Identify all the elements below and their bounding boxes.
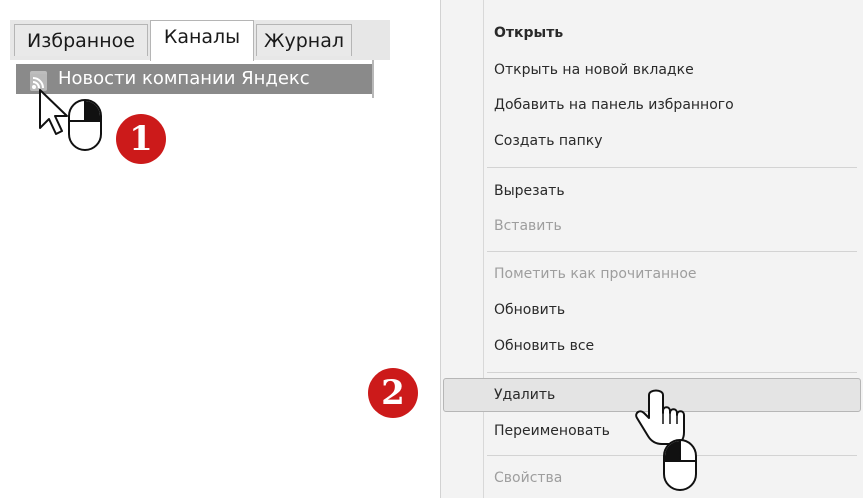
step-badge-2: 2 (368, 368, 418, 418)
menu-item-open[interactable]: Открыть (494, 19, 563, 47)
list-border (372, 60, 374, 98)
rss-icon (30, 71, 47, 91)
menu-item-delete-highlighted[interactable]: Удалить (443, 378, 861, 412)
tab-journal[interactable]: Журнал (256, 24, 352, 56)
tab-channels[interactable]: Каналы (150, 20, 254, 61)
menu-item-cut[interactable]: Вырезать (494, 177, 565, 205)
context-menu: Открыть Открыть на новой вкладке Добавит… (440, 0, 863, 498)
favorites-center-panel: Избранное Каналы Журнал Новости компании… (0, 0, 400, 200)
feed-item-label: Новости компании Яндекс (58, 68, 310, 89)
menu-separator (487, 372, 857, 373)
menu-item-properties: Свойства (494, 470, 563, 486)
menu-item-paste: Вставить (494, 218, 562, 234)
menu-item-delete[interactable]: Удалить (494, 381, 555, 409)
step-badge-1: 1 (116, 114, 166, 164)
tab-strip: Избранное Каналы Журнал (10, 20, 390, 61)
menu-separator (487, 167, 857, 168)
menu-item-refresh[interactable]: Обновить (494, 296, 565, 324)
menu-separator (487, 455, 857, 456)
menu-item-open-new-tab[interactable]: Открыть на новой вкладке (494, 56, 694, 84)
channels-list: Новости компании Яндекс (10, 60, 390, 98)
menu-item-rename[interactable]: Переименовать (494, 417, 610, 445)
menu-item-new-folder[interactable]: Создать папку (494, 127, 603, 155)
menu-item-mark-as-read: Пометить как прочитанное (494, 266, 697, 282)
menu-item-add-to-favorites-bar[interactable]: Добавить на панель избранного (494, 91, 734, 119)
feed-item-yandex-news[interactable]: Новости компании Яндекс (16, 64, 372, 94)
menu-separator (487, 251, 857, 252)
tab-favorites[interactable]: Избранное (14, 24, 148, 56)
menu-gutter-divider (483, 0, 484, 498)
menu-item-refresh-all[interactable]: Обновить все (494, 332, 594, 360)
